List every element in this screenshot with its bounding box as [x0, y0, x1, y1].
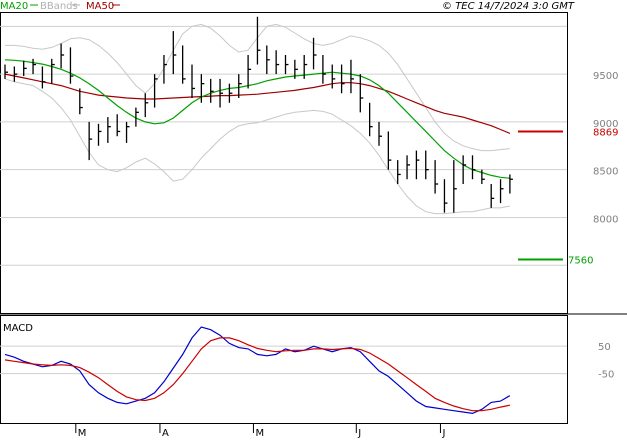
macd-title: MACD — [3, 323, 33, 334]
price-tick-label: 8000 — [593, 214, 618, 225]
signal-line — [4, 337, 511, 412]
legend-ma20-label: MA20 — [0, 1, 28, 12]
price-axis-ticks: 8000 8500 9000 9500 — [593, 71, 618, 225]
price-bar — [312, 37, 317, 70]
macd-panel-frame — [0, 315, 568, 424]
price-bar — [107, 117, 111, 143]
bband-lower-line — [4, 78, 510, 215]
price-bar — [210, 78, 214, 103]
macd-line — [4, 326, 511, 415]
price-bar — [200, 74, 205, 103]
price-bar — [181, 45, 186, 84]
legend-bbands-label: BBands — [40, 1, 78, 12]
price-tick-label: 9000 — [593, 119, 618, 130]
x-axis: MAMJJ — [75, 423, 445, 439]
x-month-label: M — [78, 428, 87, 439]
price-bar — [144, 93, 149, 118]
price-bar — [125, 121, 130, 143]
price-bar — [387, 131, 392, 170]
price-bar — [228, 83, 233, 103]
price-bar — [434, 160, 439, 194]
price-bar — [266, 45, 270, 75]
price-bar — [368, 102, 373, 137]
price-bar — [172, 31, 177, 75]
price-tick-label: 8500 — [593, 167, 618, 178]
price-bar — [425, 150, 429, 180]
price-bar — [116, 114, 121, 137]
x-month-label: J — [357, 428, 361, 439]
price-bar — [191, 64, 195, 98]
macd-tick-label: -50 — [598, 370, 614, 381]
price-bar — [13, 66, 18, 82]
price-level-label: 7560 — [568, 255, 593, 266]
x-month-label: A — [162, 428, 169, 439]
legend-ma50-label: MA50 — [86, 1, 114, 12]
price-bar — [322, 55, 326, 84]
price-bar — [163, 55, 167, 84]
price-bar — [499, 179, 504, 204]
price-bar — [415, 150, 420, 180]
price-bar — [69, 47, 74, 84]
price-bar — [153, 74, 158, 108]
price-bar — [340, 64, 345, 94]
price-bars — [4, 16, 513, 213]
price-bar — [4, 64, 8, 79]
copyright-text: © TEC 14/7/2024 3:0 GMT — [442, 1, 575, 12]
price-bar — [509, 174, 513, 194]
price-bar — [60, 43, 65, 69]
x-month-label: J — [441, 428, 445, 439]
header-legend: MA20 BBands MA50 © TEC 14/7/2024 3:0 GMT — [0, 1, 575, 12]
price-bar — [41, 66, 46, 89]
price-levels: 88697560 — [518, 127, 618, 266]
macd-axis-ticks: 50 -50 — [598, 342, 614, 380]
macd-lines — [4, 326, 511, 415]
price-tick-label: 9500 — [593, 71, 618, 82]
price-bar — [284, 55, 289, 75]
price-bar — [247, 55, 252, 89]
price-bar — [97, 123, 102, 146]
price-bar — [275, 50, 280, 75]
price-bar — [32, 58, 37, 75]
moving-averages — [4, 59, 511, 179]
price-bar — [443, 179, 448, 213]
price-bar — [359, 74, 364, 113]
stock-chart: MA20 BBands MA50 © TEC 14/7/2024 3:0 GMT… — [0, 1, 627, 439]
price-bar — [219, 78, 224, 108]
price-bar — [490, 184, 495, 208]
macd-tick-label: 50 — [598, 342, 611, 353]
price-bar — [256, 16, 261, 65]
price-bar — [331, 64, 336, 89]
price-bar — [397, 160, 401, 184]
price-bar — [406, 155, 411, 180]
price-bar — [51, 58, 55, 84]
price-bar — [378, 121, 382, 146]
price-panel-frame — [0, 12, 568, 314]
price-bar — [471, 155, 476, 180]
price-bar — [350, 59, 354, 94]
price-bar — [135, 107, 139, 127]
price-bar — [453, 160, 457, 213]
price-bar — [481, 169, 485, 184]
ma20-line — [4, 59, 510, 179]
ma50-line — [4, 73, 511, 134]
x-month-label: M — [255, 428, 264, 439]
